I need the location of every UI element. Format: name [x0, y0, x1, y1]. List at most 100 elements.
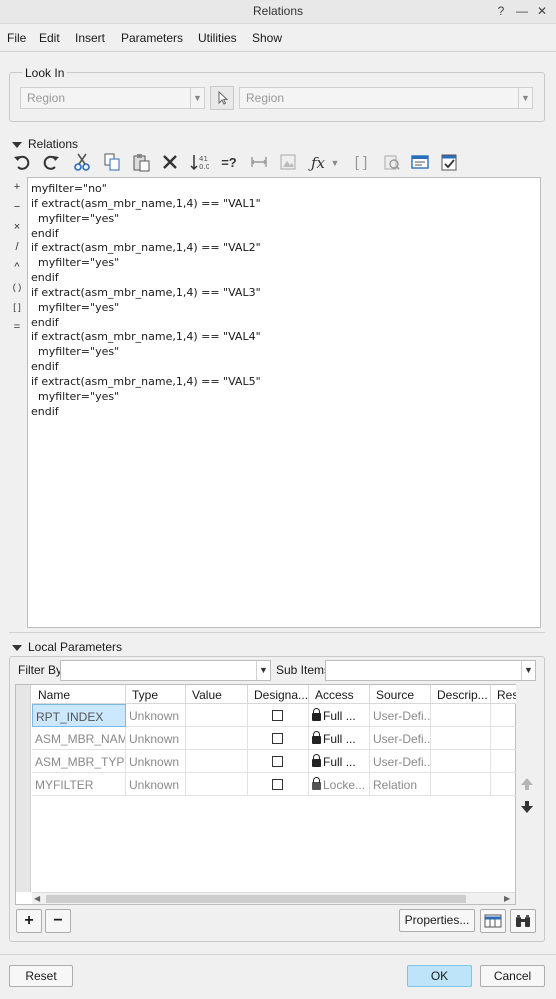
table-cell-restricted[interactable] [491, 773, 516, 796]
code-line: if extract(asm_mbr_name,1,4) == "VAL5" [31, 375, 261, 388]
add-parameter-button[interactable]: + [16, 909, 42, 933]
access-value: Locke... [323, 778, 366, 792]
equals-operator-button[interactable]: = [10, 321, 24, 333]
menu-insert[interactable]: Insert [75, 31, 105, 45]
filter-by-combo[interactable]: ▼ [60, 660, 271, 681]
move-up-arrow-icon[interactable] [519, 776, 535, 792]
look-in-type-combo[interactable]: Region ▼ [20, 87, 205, 109]
horizontal-scrollbar[interactable]: ◀ ▶ [32, 892, 515, 904]
delete-icon[interactable] [159, 152, 181, 174]
table-cell-access[interactable]: Full ... [309, 750, 370, 773]
table-cell-source[interactable]: User-Defi... [370, 704, 431, 727]
designate-checkbox[interactable] [272, 733, 283, 744]
designate-checkbox[interactable] [272, 756, 283, 767]
table-cell-restricted[interactable] [491, 750, 516, 773]
table-cell-name[interactable]: RPT_INDEX [32, 704, 126, 727]
table-cell-description[interactable] [431, 750, 491, 773]
parentheses-operator-button[interactable]: ( ) [10, 282, 24, 292]
menu-show[interactable]: Show [252, 31, 282, 45]
table-cell-source[interactable]: User-Defi... [370, 727, 431, 750]
undo-icon[interactable] [11, 152, 33, 174]
redo-icon[interactable] [40, 152, 62, 174]
verify-icon[interactable] [380, 152, 402, 174]
insert-image-icon[interactable] [277, 152, 299, 174]
designate-checkbox[interactable] [272, 779, 283, 790]
local-params-section-header[interactable]: Local Parameters [12, 640, 122, 654]
table-cell-name[interactable]: ASM_MBR_TYPE [32, 750, 126, 773]
column-header-value[interactable]: Value [186, 685, 248, 704]
select-region-button[interactable] [210, 86, 234, 110]
table-columns-button[interactable] [480, 909, 506, 933]
table-cell-value[interactable] [186, 727, 248, 750]
table-cell-type[interactable]: Unknown [126, 704, 186, 727]
relations-editor[interactable]: myfilter="no" if extract(asm_mbr_name,1,… [27, 177, 541, 628]
code-line: endif [31, 316, 59, 329]
properties-button[interactable]: Properties... [399, 909, 475, 932]
cut-icon[interactable] [71, 152, 93, 174]
remove-parameter-button[interactable]: − [45, 909, 71, 933]
brackets-operator-button[interactable]: [ ] [10, 302, 24, 312]
function-dropdown-icon[interactable]: ▼ [328, 152, 342, 174]
designate-checkbox[interactable] [272, 710, 283, 721]
minimize-button[interactable]: — [514, 3, 530, 19]
sub-items-combo[interactable]: ▼ [325, 660, 536, 681]
scroll-left-icon[interactable]: ◀ [34, 894, 40, 903]
column-header-type[interactable]: Type [126, 685, 186, 704]
ok-button[interactable]: OK [407, 965, 472, 987]
reset-button[interactable]: Reset [9, 965, 73, 987]
table-cell-source[interactable]: Relation [370, 773, 431, 796]
column-header-designate[interactable]: Designa... [248, 685, 309, 704]
menu-utilities[interactable]: Utilities [198, 31, 237, 45]
sort-relations-icon[interactable]: 41 0.0 [188, 152, 210, 174]
look-in-item-combo[interactable]: Region ▼ [239, 87, 533, 109]
power-operator-button[interactable]: ^ [10, 261, 24, 273]
table-cell-value[interactable] [186, 750, 248, 773]
column-header-access[interactable]: Access [309, 685, 370, 704]
evaluate-icon[interactable]: =? [218, 152, 240, 174]
table-cell-access[interactable]: Full ... [309, 704, 370, 727]
table-cell-description[interactable] [431, 773, 491, 796]
code-line: endif [31, 405, 59, 418]
brackets-icon[interactable]: [ ] [350, 152, 372, 174]
table-cell-value[interactable] [186, 704, 248, 727]
table-cell-description[interactable] [431, 727, 491, 750]
table-cell-type[interactable]: Unknown [126, 750, 186, 773]
dimension-icon[interactable] [248, 152, 270, 174]
table-cell-type[interactable]: Unknown [126, 773, 186, 796]
table-cell-name[interactable]: MYFILTER [32, 773, 126, 796]
function-icon[interactable]: ƒx [307, 152, 329, 174]
table-cell-restricted[interactable] [491, 704, 516, 727]
close-button[interactable]: ✕ [534, 3, 550, 19]
menu-edit[interactable]: Edit [39, 31, 60, 45]
table-cell-description[interactable] [431, 704, 491, 727]
checklist-icon[interactable] [438, 152, 460, 174]
table-cell-access[interactable]: Locke... [309, 773, 370, 796]
column-header-description[interactable]: Descrip... [431, 685, 491, 704]
column-header-source[interactable]: Source [370, 685, 431, 704]
unit-sensitive-icon[interactable] [409, 152, 431, 174]
find-button[interactable] [510, 909, 536, 933]
move-down-arrow-icon[interactable] [519, 799, 535, 815]
table-cell-value[interactable] [186, 773, 248, 796]
scroll-right-icon[interactable]: ▶ [504, 894, 510, 903]
minus-operator-button[interactable]: − [10, 201, 24, 213]
column-header-restricted[interactable]: Res [491, 685, 516, 704]
table-cell-source[interactable]: User-Defi... [370, 750, 431, 773]
table-cell-access[interactable]: Full ... [309, 727, 370, 750]
multiply-operator-button[interactable]: × [10, 221, 24, 233]
menu-file[interactable]: File [7, 31, 26, 45]
code-line: endif [31, 360, 59, 373]
column-header-name[interactable]: Name [32, 685, 126, 704]
divide-operator-button[interactable]: / [10, 241, 24, 253]
plus-operator-button[interactable]: + [10, 181, 24, 193]
table-cell-type[interactable]: Unknown [126, 727, 186, 750]
table-cell-restricted[interactable] [491, 727, 516, 750]
help-button[interactable]: ? [493, 3, 509, 19]
paste-icon[interactable] [130, 152, 152, 174]
copy-icon[interactable] [101, 152, 123, 174]
scrollbar-thumb[interactable] [46, 895, 466, 903]
table-cell-name[interactable]: ASM_MBR_NAME [32, 727, 126, 750]
cancel-button[interactable]: Cancel [480, 965, 545, 987]
relations-section-header[interactable]: Relations [12, 137, 78, 151]
menu-parameters[interactable]: Parameters [121, 31, 183, 45]
